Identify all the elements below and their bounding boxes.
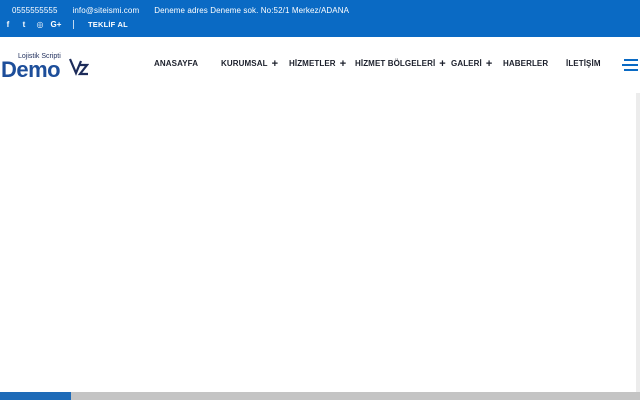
- top-bar: 0555555555 info@siteismi.com Deneme adre…: [0, 0, 640, 37]
- nav-label: İLETİŞİM: [566, 59, 601, 68]
- contact-info: 0555555555 info@siteismi.com Deneme adre…: [12, 6, 349, 15]
- main-nav: ANASAYFA KURUMSAL + HİZMETLER + HİZMET B…: [0, 57, 640, 73]
- nav-item-hizmet-bolgeleri[interactable]: HİZMET BÖLGELERİ +: [355, 57, 446, 70]
- plus-icon: +: [271, 57, 279, 70]
- nav-item-anasayfa[interactable]: ANASAYFA: [154, 59, 198, 68]
- nav-label: KURUMSAL: [221, 59, 268, 68]
- address-text: Deneme adres Deneme sok. No:52/1 Merkez/…: [154, 6, 350, 15]
- phone-link[interactable]: 0555555555: [12, 6, 58, 15]
- nav-label: HİZMET BÖLGELERİ: [355, 59, 436, 68]
- instagram-icon[interactable]: ◎: [32, 20, 48, 29]
- social-row: f t ◎ G+ TEKLİF AL: [0, 20, 128, 29]
- twitter-icon[interactable]: t: [16, 20, 32, 29]
- plus-icon: +: [485, 57, 493, 70]
- nav-item-iletisim[interactable]: İLETİŞİM: [566, 59, 601, 68]
- facebook-icon[interactable]: f: [0, 20, 16, 29]
- quote-request-link[interactable]: TEKLİF AL: [88, 20, 128, 29]
- nav-item-haberler[interactable]: HABERLER: [503, 59, 548, 68]
- nav-item-hizmetler[interactable]: HİZMETLER +: [289, 57, 347, 70]
- nav-label: GALERİ: [451, 59, 482, 68]
- nav-label: HABERLER: [503, 59, 549, 68]
- horizontal-scrollbar-thumb[interactable]: [0, 392, 71, 400]
- google-plus-icon[interactable]: G+: [48, 20, 64, 29]
- hamburger-menu-icon[interactable]: [622, 59, 638, 71]
- nav-item-kurumsal[interactable]: KURUMSAL +: [221, 57, 279, 70]
- nav-item-galeri[interactable]: GALERİ +: [451, 57, 493, 70]
- topbar-divider: [73, 20, 74, 29]
- plus-icon: +: [339, 57, 347, 70]
- vertical-scrollbar[interactable]: [636, 93, 640, 392]
- nav-label: HİZMETLER: [289, 59, 336, 68]
- page-content-area: [0, 93, 640, 392]
- nav-label: ANASAYFA: [154, 59, 199, 68]
- horizontal-scrollbar-track[interactable]: [0, 392, 640, 400]
- plus-icon: +: [439, 57, 446, 70]
- email-link[interactable]: info@siteismi.com: [73, 6, 140, 15]
- social-icons: f t ◎ G+: [0, 20, 64, 29]
- main-header: Lojistik Scripti Demo ANASAYFA KURUMSAL …: [0, 37, 640, 93]
